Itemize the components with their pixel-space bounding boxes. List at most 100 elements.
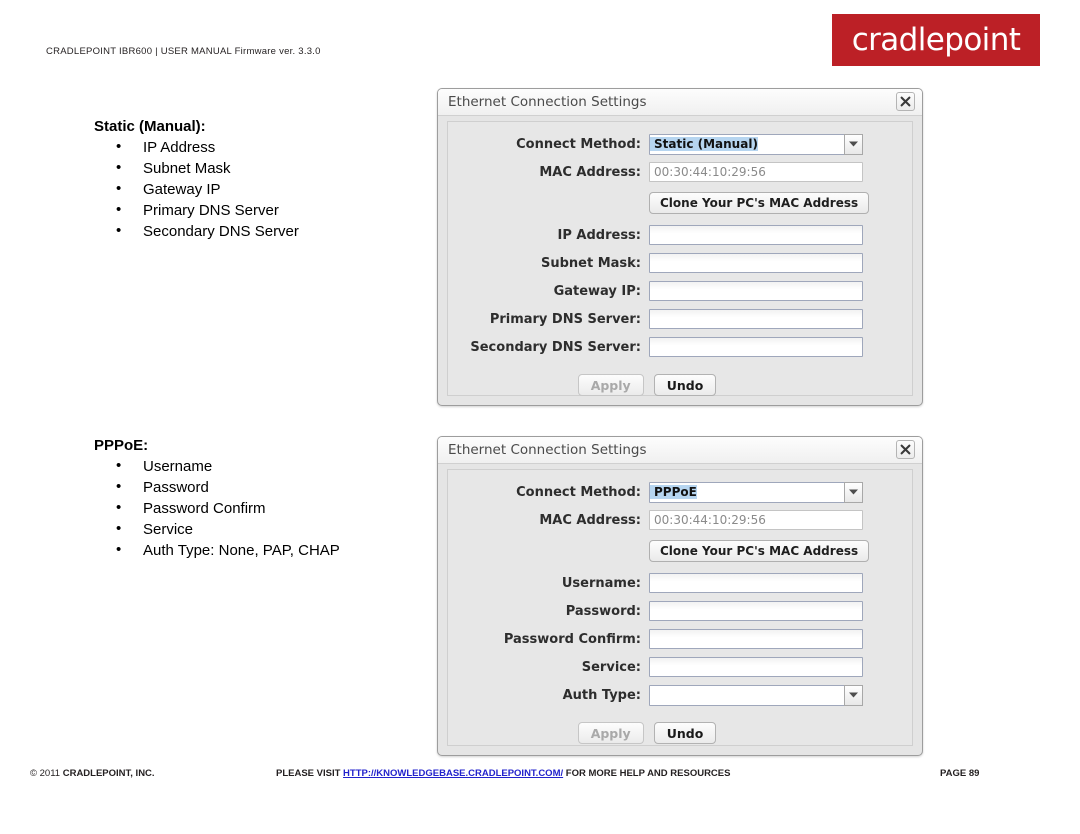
pppoe-heading: PPPoE: (94, 437, 149, 454)
form-row-subnet-mask: Subnet Mask: (448, 250, 912, 276)
auth-type-label: Auth Type: (562, 687, 641, 703)
clone-pc-mac-address-button[interactable]: Clone Your PC's MAC Address (649, 192, 870, 214)
ethernet-connection-settings-dialog-pppoe: Ethernet Connection Settings Connect Met… (437, 436, 923, 756)
footer-help-prefix: PLEASE VISIT (276, 768, 344, 779)
list-item: Password Confirm (116, 497, 434, 519)
connect-method-field: PPPoE (649, 481, 863, 503)
dialog-titlebar: Ethernet Connection Settings (438, 437, 922, 464)
subnet-mask-field (649, 253, 863, 273)
mac-address-field (649, 162, 863, 182)
undo-button[interactable]: Undo (653, 722, 717, 744)
ip-address-input[interactable] (649, 225, 863, 245)
close-icon[interactable] (896, 440, 915, 459)
password-confirm-field (649, 629, 863, 649)
form-row-service: Service: (448, 654, 912, 680)
footer-knowledgebase-link[interactable]: HTTP://KNOWLEDGEBASE.CRADLEPOINT.COM/ (343, 768, 563, 779)
service-field (649, 657, 863, 677)
mac-address-label: MAC Address: (539, 164, 641, 180)
close-x-icon (900, 96, 911, 107)
close-x-icon (900, 444, 911, 455)
dialog-body: Connect Method: PPPoE MAC Address: 00:30… (447, 469, 913, 746)
static-manual-description: Static (Manual): IP Address Subnet Mask … (94, 118, 434, 242)
undo-button[interactable]: Undo (653, 374, 717, 396)
clone-pc-mac-address-button[interactable]: Clone Your PC's MAC Address (649, 540, 870, 562)
chevron-down-glyph (849, 141, 858, 147)
ip-address-field (649, 225, 863, 245)
list-item: Auth Type: None, PAP, CHAP (116, 539, 434, 561)
gateway-ip-input[interactable] (649, 281, 863, 301)
mac-address-input[interactable] (649, 162, 863, 182)
mac-address-input[interactable] (649, 510, 863, 530)
username-input[interactable] (649, 573, 863, 593)
manual-meta-line: CRADLEPOINT IBR600 | USER MANUAL Firmwar… (46, 46, 321, 57)
footer-help-line: PLEASE VISIT HTTP://KNOWLEDGEBASE.CRADLE… (276, 768, 730, 779)
form-row-password-confirm: Password Confirm: (448, 626, 912, 652)
static-manual-heading: Static (Manual): (94, 118, 206, 135)
close-icon[interactable] (896, 92, 915, 111)
chevron-down-icon[interactable] (844, 684, 863, 706)
clone-mac-row: Clone Your PC's MAC Address (448, 192, 912, 214)
apply-button[interactable]: Apply (577, 374, 644, 396)
list-item: Username (116, 455, 434, 477)
dialog-action-row: Apply Undo (448, 374, 912, 396)
password-confirm-input[interactable] (649, 629, 863, 649)
footer-copyright-company: CRADLEPOINT, INC. (62, 768, 155, 779)
list-item: Subnet Mask (116, 157, 434, 179)
mac-address-label: MAC Address: (539, 512, 641, 528)
primary-dns-server-label: Primary DNS Server: (489, 311, 641, 327)
form-row-connect-method: Connect Method: Static (Manual) (448, 131, 912, 157)
subnet-mask-input[interactable] (649, 253, 863, 273)
form-row-connect-method: Connect Method: PPPoE (448, 479, 912, 505)
primary-dns-server-input[interactable] (649, 309, 863, 329)
connect-method-label: Connect Method: (516, 136, 641, 152)
cradlepoint-logo-text: cradlepoint (851, 21, 1021, 58)
service-input[interactable] (649, 657, 863, 677)
footer-copyright-year: © 2011 (30, 768, 63, 779)
username-field (649, 573, 863, 593)
dialog-action-row: Apply Undo (448, 722, 912, 744)
gateway-ip-label: Gateway IP: (553, 283, 641, 299)
list-item: Password (116, 476, 434, 498)
chevron-down-icon[interactable] (844, 481, 863, 503)
primary-dns-server-field (649, 309, 863, 329)
page-footer: © 2011 CRADLEPOINT, INC. PLEASE VISIT HT… (0, 766, 1080, 786)
pppoe-field-list: Username Password Password Confirm Servi… (94, 455, 434, 561)
form-row-auth-type: Auth Type: (448, 682, 912, 708)
password-confirm-label: Password Confirm: (503, 631, 641, 647)
dialog-title: Ethernet Connection Settings (448, 94, 647, 110)
secondary-dns-server-input[interactable] (649, 337, 863, 357)
page-header: CRADLEPOINT IBR600 | USER MANUAL Firmwar… (0, 0, 1080, 80)
connect-method-selected-value: Static (Manual) (650, 137, 758, 151)
list-item: Primary DNS Server (116, 199, 434, 221)
footer-page-number: PAGE 89 (940, 768, 980, 779)
secondary-dns-server-label: Secondary DNS Server: (470, 339, 641, 355)
password-label: Password: (565, 603, 641, 619)
gateway-ip-field (649, 281, 863, 301)
form-row-mac-address: MAC Address: (448, 159, 912, 185)
list-item: IP Address (116, 136, 434, 158)
form-row-secondary-dns: Secondary DNS Server: (448, 334, 912, 360)
username-label: Username: (561, 575, 641, 591)
dialog-title: Ethernet Connection Settings (448, 442, 647, 458)
form-row-username: Username: (448, 570, 912, 596)
dialog-body: Connect Method: Static (Manual) MAC Addr… (447, 121, 913, 396)
auth-type-select[interactable] (649, 684, 863, 706)
cradlepoint-logo: cradlepoint (832, 14, 1040, 66)
subnet-mask-label: Subnet Mask: (540, 255, 641, 271)
connect-method-select[interactable]: PPPoE (649, 481, 863, 503)
connect-method-selected-value: PPPoE (650, 485, 697, 499)
dialog-titlebar: Ethernet Connection Settings (438, 89, 922, 116)
apply-button[interactable]: Apply (577, 722, 644, 744)
connect-method-select[interactable]: Static (Manual) (649, 133, 863, 155)
chevron-down-glyph (849, 692, 858, 698)
chevron-down-icon[interactable] (844, 133, 863, 155)
pppoe-description: PPPoE: Username Password Password Confir… (94, 437, 434, 561)
clone-mac-row: Clone Your PC's MAC Address (448, 540, 912, 562)
form-rows: Connect Method: Static (Manual) MAC Addr… (448, 122, 912, 396)
form-row-primary-dns: Primary DNS Server: (448, 306, 912, 332)
secondary-dns-server-field (649, 337, 863, 357)
connect-method-label: Connect Method: (516, 484, 641, 500)
ethernet-connection-settings-dialog-static: Ethernet Connection Settings Connect Met… (437, 88, 923, 406)
password-input[interactable] (649, 601, 863, 621)
